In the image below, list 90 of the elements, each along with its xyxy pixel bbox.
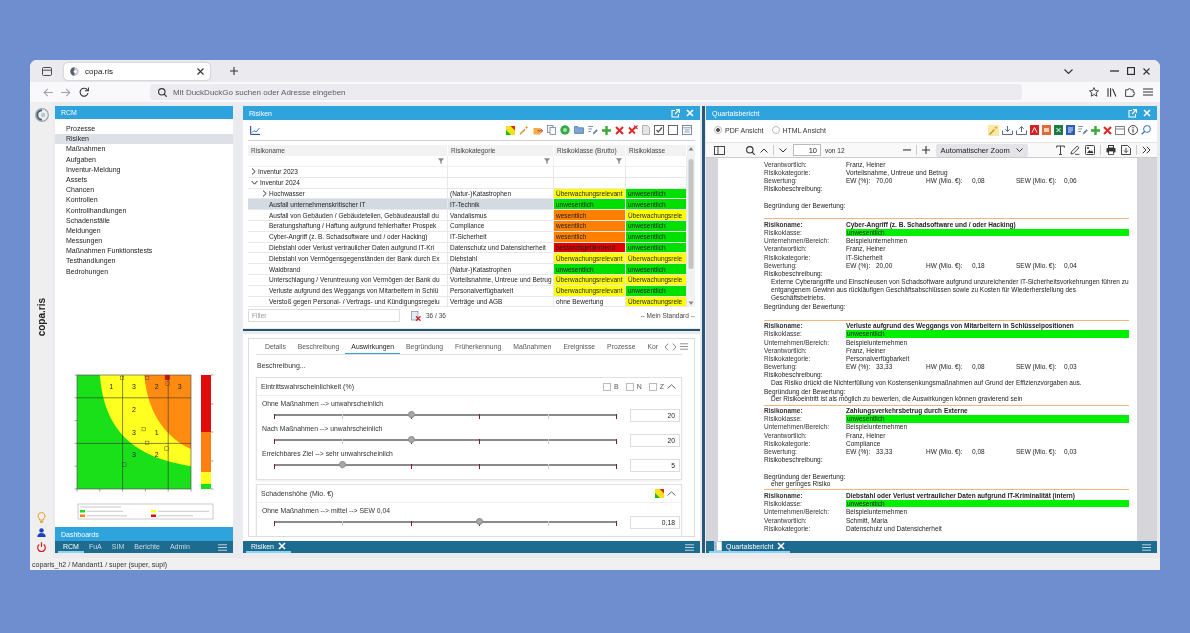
image-icon[interactable]	[1085, 145, 1095, 155]
forward-icon[interactable]	[61, 87, 71, 97]
export-icon[interactable]	[533, 125, 543, 135]
chevron-down-icon[interactable]	[1064, 68, 1073, 74]
logo-icon	[70, 66, 79, 76]
maximize-icon[interactable]	[1127, 67, 1135, 75]
wand-icon[interactable]	[988, 124, 999, 136]
power-icon[interactable]	[37, 542, 46, 552]
chevron-down-icon[interactable]	[779, 147, 787, 153]
print-icon[interactable]	[1106, 145, 1116, 155]
caret-icon	[1015, 148, 1023, 152]
external-link-icon[interactable]	[671, 108, 680, 118]
pdf-file-icon[interactable]	[1030, 125, 1039, 135]
pen-icon[interactable]	[1070, 145, 1080, 155]
square-icon[interactable]	[668, 125, 678, 135]
edit-icon[interactable]	[588, 125, 598, 135]
reload-icon[interactable]	[79, 87, 89, 97]
spreadsheet-file-icon[interactable]	[1054, 125, 1063, 135]
folder-icon[interactable]	[574, 126, 584, 134]
line-chart-icon[interactable]	[250, 125, 260, 135]
heatmap-icon[interactable]	[506, 125, 515, 135]
delete-icon[interactable]	[615, 125, 624, 135]
slider-track[interactable]	[274, 436, 617, 445]
text-tool-icon[interactable]	[1056, 145, 1065, 155]
tab-list-icon[interactable]	[42, 66, 52, 76]
upload-icon[interactable]	[1016, 125, 1027, 135]
filter-field[interactable]	[248, 156, 448, 167]
import-icon[interactable]	[1002, 125, 1013, 135]
slider-track[interactable]	[274, 411, 617, 420]
checkbox[interactable]	[648, 382, 657, 391]
scrollbar[interactable]	[687, 145, 695, 307]
chevron-left-icon[interactable]	[664, 342, 670, 351]
close-icon[interactable]	[1143, 67, 1150, 75]
menu-icon[interactable]	[680, 343, 689, 350]
plus-icon[interactable]	[602, 125, 611, 135]
text-file-icon[interactable]	[1066, 125, 1075, 135]
search-icon	[158, 87, 167, 97]
chevron-up-icon[interactable]	[760, 147, 768, 153]
slider-thumb[interactable]	[339, 461, 347, 468]
save-icon[interactable]	[1121, 145, 1131, 155]
filter-icon[interactable]	[616, 158, 622, 164]
puzzle-icon[interactable]	[1125, 87, 1135, 97]
panel-icon[interactable]	[1115, 125, 1125, 135]
sidebar-toggle-icon[interactable]	[714, 145, 725, 155]
back-icon[interactable]	[43, 87, 53, 97]
delete-multiple-icon[interactable]	[628, 125, 638, 135]
document-icon[interactable]	[642, 125, 650, 135]
plus-icon[interactable]	[230, 67, 238, 75]
menu-icon[interactable]	[1143, 88, 1153, 96]
browser-tab[interactable]: copa.ris	[64, 62, 210, 80]
radio-button[interactable]	[714, 126, 722, 134]
edit-icon[interactable]	[1078, 125, 1088, 135]
chevron-right-icon[interactable]	[251, 168, 256, 176]
filter-icon[interactable]	[438, 158, 444, 164]
window-icon[interactable]	[682, 125, 692, 135]
checkbox[interactable]	[603, 382, 611, 391]
slider-thumb[interactable]	[407, 436, 415, 443]
close-icon[interactable]	[197, 67, 204, 75]
chevron-right-icon[interactable]	[262, 190, 267, 197]
slider-track[interactable]	[274, 518, 617, 527]
filter-field[interactable]	[448, 156, 554, 167]
info-icon[interactable]	[1128, 125, 1138, 135]
double-chevron-icon[interactable]	[1142, 146, 1151, 154]
chevron-right-icon[interactable]	[672, 342, 678, 351]
filter-field[interactable]	[554, 156, 626, 167]
copy-icon[interactable]	[547, 125, 556, 135]
slider-track[interactable]	[274, 461, 617, 470]
brand-name: copa.ris	[36, 297, 47, 337]
heatmap-icon[interactable]	[655, 489, 664, 498]
search-icon[interactable]	[746, 145, 755, 155]
plus-icon[interactable]	[1091, 125, 1100, 135]
wand-icon[interactable]	[519, 125, 529, 135]
minus-icon[interactable]	[902, 149, 911, 151]
filter-icon[interactable]	[544, 158, 550, 164]
library-icon[interactable]	[1107, 87, 1117, 97]
external-link-icon[interactable]	[1128, 108, 1137, 118]
slider-thumb[interactable]	[407, 411, 415, 418]
slides-file-icon[interactable]	[1042, 125, 1051, 135]
delete-icon[interactable]	[1103, 125, 1112, 135]
logo-icon	[34, 108, 49, 122]
user-icon[interactable]	[37, 528, 46, 537]
address-field[interactable]: Mit DuckDuckGo suchen oder Adresse eingeben	[150, 84, 1022, 100]
checkbox-icon[interactable]	[654, 125, 664, 135]
checkbox[interactable]	[625, 382, 634, 391]
plus-icon[interactable]	[921, 146, 930, 154]
circle-icon[interactable]	[560, 125, 570, 135]
slider-thumb[interactable]	[476, 518, 484, 525]
spreadsheet-clear-icon[interactable]	[411, 310, 421, 321]
radio-button[interactable]	[771, 126, 780, 134]
star-icon[interactable]	[1089, 87, 1099, 97]
